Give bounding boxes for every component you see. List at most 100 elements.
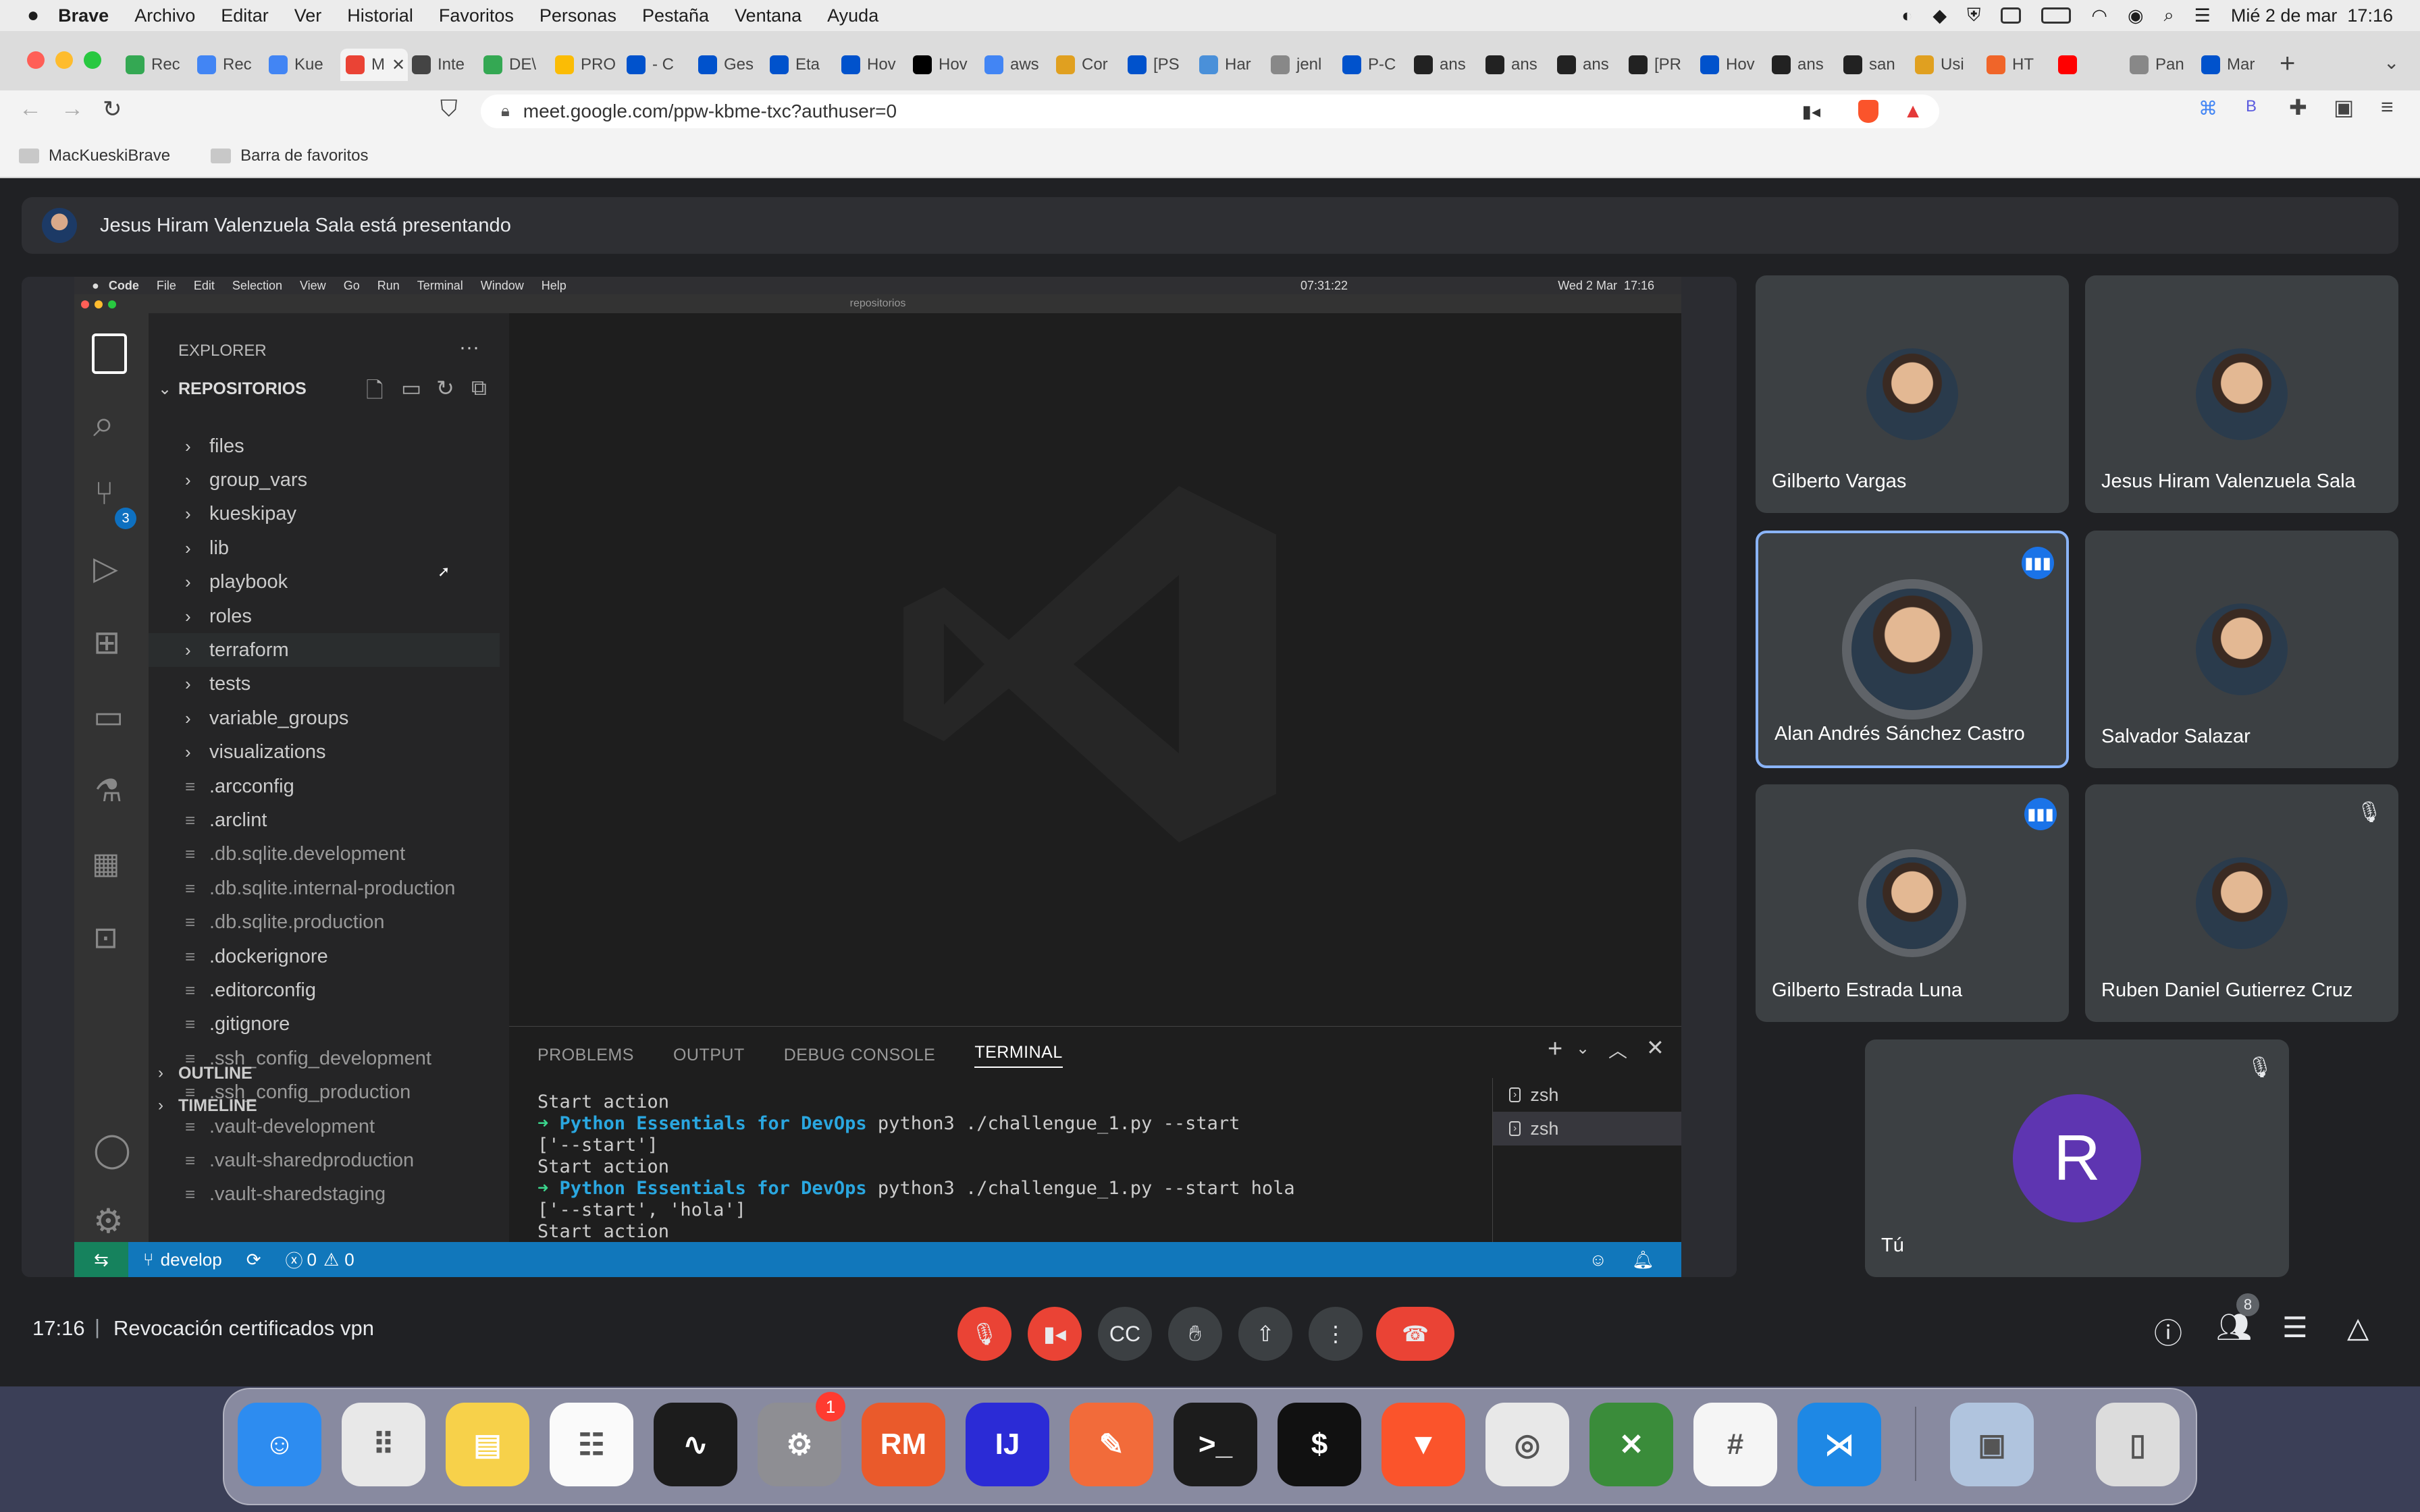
browser-tab[interactable]: Cor (1056, 49, 1124, 81)
raise-hand-button[interactable]: ✋︎ (1168, 1307, 1222, 1361)
browser-tab[interactable]: - C (627, 49, 694, 81)
leave-call-button[interactable]: ☎ (1376, 1307, 1454, 1361)
dock-app-chrome-icon[interactable]: ◎ (1485, 1403, 1569, 1486)
zoom-window-button[interactable] (84, 51, 101, 69)
keyboard-icon[interactable] (2001, 7, 2022, 24)
menu-item-pestana[interactable]: Pestaña (642, 5, 709, 26)
browser-tab[interactable]: PRO (555, 49, 623, 81)
browser-tab[interactable]: Ges (698, 49, 766, 81)
explorer-more-icon[interactable]: ··· (459, 336, 479, 359)
tree-folder[interactable]: › variable_groups (185, 701, 348, 735)
menu-item-archivo[interactable]: Archivo (134, 5, 195, 26)
menu-item-personas[interactable]: Personas (540, 5, 616, 26)
browser-tab[interactable]: HT (1987, 49, 2054, 81)
participant-tile[interactable]: 🎙︎ Ruben Daniel Gutierrez Cruz (2085, 784, 2398, 1022)
terminal-panel-icon[interactable]: ⊡ (93, 921, 118, 955)
tree-file[interactable]: ≡ .db.sqlite.production (185, 906, 385, 940)
settings-gear-icon[interactable]: ⚙ (93, 1202, 124, 1241)
lock-icon[interactable]: 🔒︎ (501, 102, 510, 121)
browser-tab[interactable]: Kue (269, 49, 336, 81)
address-bar[interactable]: 🔒︎ meet.google.com/ppw-kbme-txc?authuser… (481, 94, 1939, 128)
dock-app-xquartz-icon[interactable]: ✕ (1589, 1403, 1673, 1486)
participant-tile[interactable]: Jesus Hiram Valenzuela Sala (2085, 275, 2398, 513)
tree-file[interactable]: ≡ .db.sqlite.internal-production (185, 871, 455, 905)
tree-folder[interactable]: › group_vars (185, 463, 307, 497)
tree-folder[interactable]: › playbook (185, 566, 288, 599)
dropbox-icon[interactable]: ◆ (1932, 5, 1947, 26)
browser-tab[interactable]: [PR (1629, 49, 1696, 81)
tree-file[interactable]: ≡ .dockerignore (185, 940, 328, 973)
testing-icon[interactable]: ⚗ (95, 772, 122, 809)
dock-app-vs-code-icon[interactable]: ⋊ (1797, 1403, 1881, 1486)
chevron-down-icon[interactable]: ⌄ (158, 379, 172, 399)
browser-tab[interactable] (2058, 49, 2126, 81)
browser-tab[interactable]: aws (984, 49, 1052, 81)
accounts-icon[interactable]: ◯ (93, 1130, 131, 1169)
timeline-section-header[interactable]: TIMELINE (178, 1096, 257, 1116)
dock-app-terminal-icon[interactable]: >_ (1174, 1403, 1257, 1486)
tree-file[interactable]: ≡ .vault-sharedproduction (185, 1143, 414, 1177)
new-tab-icon[interactable]: + (2280, 49, 2295, 79)
dock-app-intellij-idea-icon[interactable]: IJ (966, 1403, 1049, 1486)
browser-tab[interactable]: Rec (197, 49, 265, 81)
wallet-icon[interactable]: ▣ (2334, 94, 2354, 120)
dock-app-slack-icon[interactable]: # (1693, 1403, 1777, 1486)
tree-file[interactable]: ≡ .arclint (185, 803, 267, 837)
menu-item-editar[interactable]: Editar (221, 5, 269, 26)
dock-app-notes-icon[interactable]: ▤ (446, 1403, 529, 1486)
warnings-count[interactable]: 0 (344, 1249, 354, 1270)
extensions-puzzle-icon[interactable]: ✚ (2289, 94, 2307, 120)
dock-app-rubymine-icon[interactable]: RM (862, 1403, 945, 1486)
browser-tab[interactable]: Rec (126, 49, 193, 81)
dock-app-finder-icon[interactable]: ☺ (238, 1403, 321, 1486)
sync-icon[interactable]: ⟳ (246, 1249, 261, 1270)
source-control-icon[interactable]: ⑂ (95, 475, 114, 512)
browser-menu-icon[interactable]: ≡ (2381, 94, 2394, 119)
browser-tab[interactable]: ans (1772, 49, 1839, 81)
present-screen-button[interactable]: ⇧ (1238, 1307, 1292, 1361)
browser-tab[interactable]: Usi (1915, 49, 1982, 81)
terminal-dropdown-chevron-icon[interactable]: ⌄ (1576, 1039, 1589, 1058)
extension-icon[interactable]: B (2246, 97, 2257, 116)
remote-indicator-icon[interactable]: ⇆ (74, 1242, 128, 1277)
dock-app-activity-monitor-icon[interactable]: ∿ (654, 1403, 737, 1486)
browser-tab[interactable]: DE\ (483, 49, 551, 81)
spotlight-search-icon[interactable]: ⌕ (2164, 5, 2174, 26)
browser-tab[interactable]: ans (1485, 49, 1553, 81)
close-window-button[interactable] (27, 51, 45, 69)
tree-file[interactable]: ≡ .vault-sharedstaging (185, 1178, 386, 1212)
camera-permission-icon[interactable]: ▮◂ (1802, 101, 1820, 122)
mic-off-button[interactable]: 🎙︎ (957, 1307, 1011, 1361)
dock-app-launchpad-icon[interactable]: ⠿ (342, 1403, 425, 1486)
reload-icon[interactable]: ↻ (103, 96, 122, 123)
extensions-icon[interactable]: ⊞ (93, 624, 120, 662)
branch-name[interactable]: develop (161, 1249, 222, 1270)
menu-app-name[interactable]: Brave (58, 5, 109, 26)
new-folder-icon[interactable]: ▭ (401, 375, 421, 401)
explorer-icon[interactable] (92, 333, 127, 374)
tree-folder[interactable]: › files (185, 429, 244, 463)
menu-item-favoritos[interactable]: Favoritos (439, 5, 514, 26)
captions-button[interactable]: CC (1098, 1307, 1152, 1361)
self-tile[interactable]: R 🎙︎ Tú (1865, 1040, 2289, 1277)
dock-app-iterm-icon[interactable]: $ (1278, 1403, 1361, 1486)
tree-folder[interactable]: › visualizations (185, 736, 325, 770)
dock-app-postman-icon[interactable]: ✎ (1070, 1403, 1153, 1486)
tab-output[interactable]: OUTPUT (673, 1046, 745, 1065)
docker-icon[interactable]: ▦ (92, 846, 120, 881)
participant-tile[interactable]: Salvador Salazar (2085, 531, 2398, 768)
control-center-icon[interactable]: ☰ (2194, 5, 2211, 26)
brave-rewards-icon[interactable]: ▲ (1903, 100, 1923, 123)
tree-folder[interactable]: › tests (185, 668, 251, 701)
run-debug-icon[interactable]: ▷ (93, 549, 118, 587)
vpn-icon[interactable]: ⛨ (1967, 5, 1980, 26)
browser-tab[interactable]: Inte (412, 49, 479, 81)
menu-item-ventana[interactable]: Ventana (735, 5, 801, 26)
repositorios-section-header[interactable]: REPOSITORIOS (178, 379, 307, 399)
feedback-icon[interactable]: ☺ (1589, 1249, 1607, 1270)
browser-tab[interactable]: jenl (1271, 49, 1338, 81)
browser-tab[interactable]: san (1843, 49, 1911, 81)
warnings-icon[interactable]: ⚠ (323, 1249, 339, 1270)
participant-tile[interactable]: Gilberto Vargas (1756, 275, 2069, 513)
browser-tab-active[interactable]: M ✕ (340, 49, 408, 81)
